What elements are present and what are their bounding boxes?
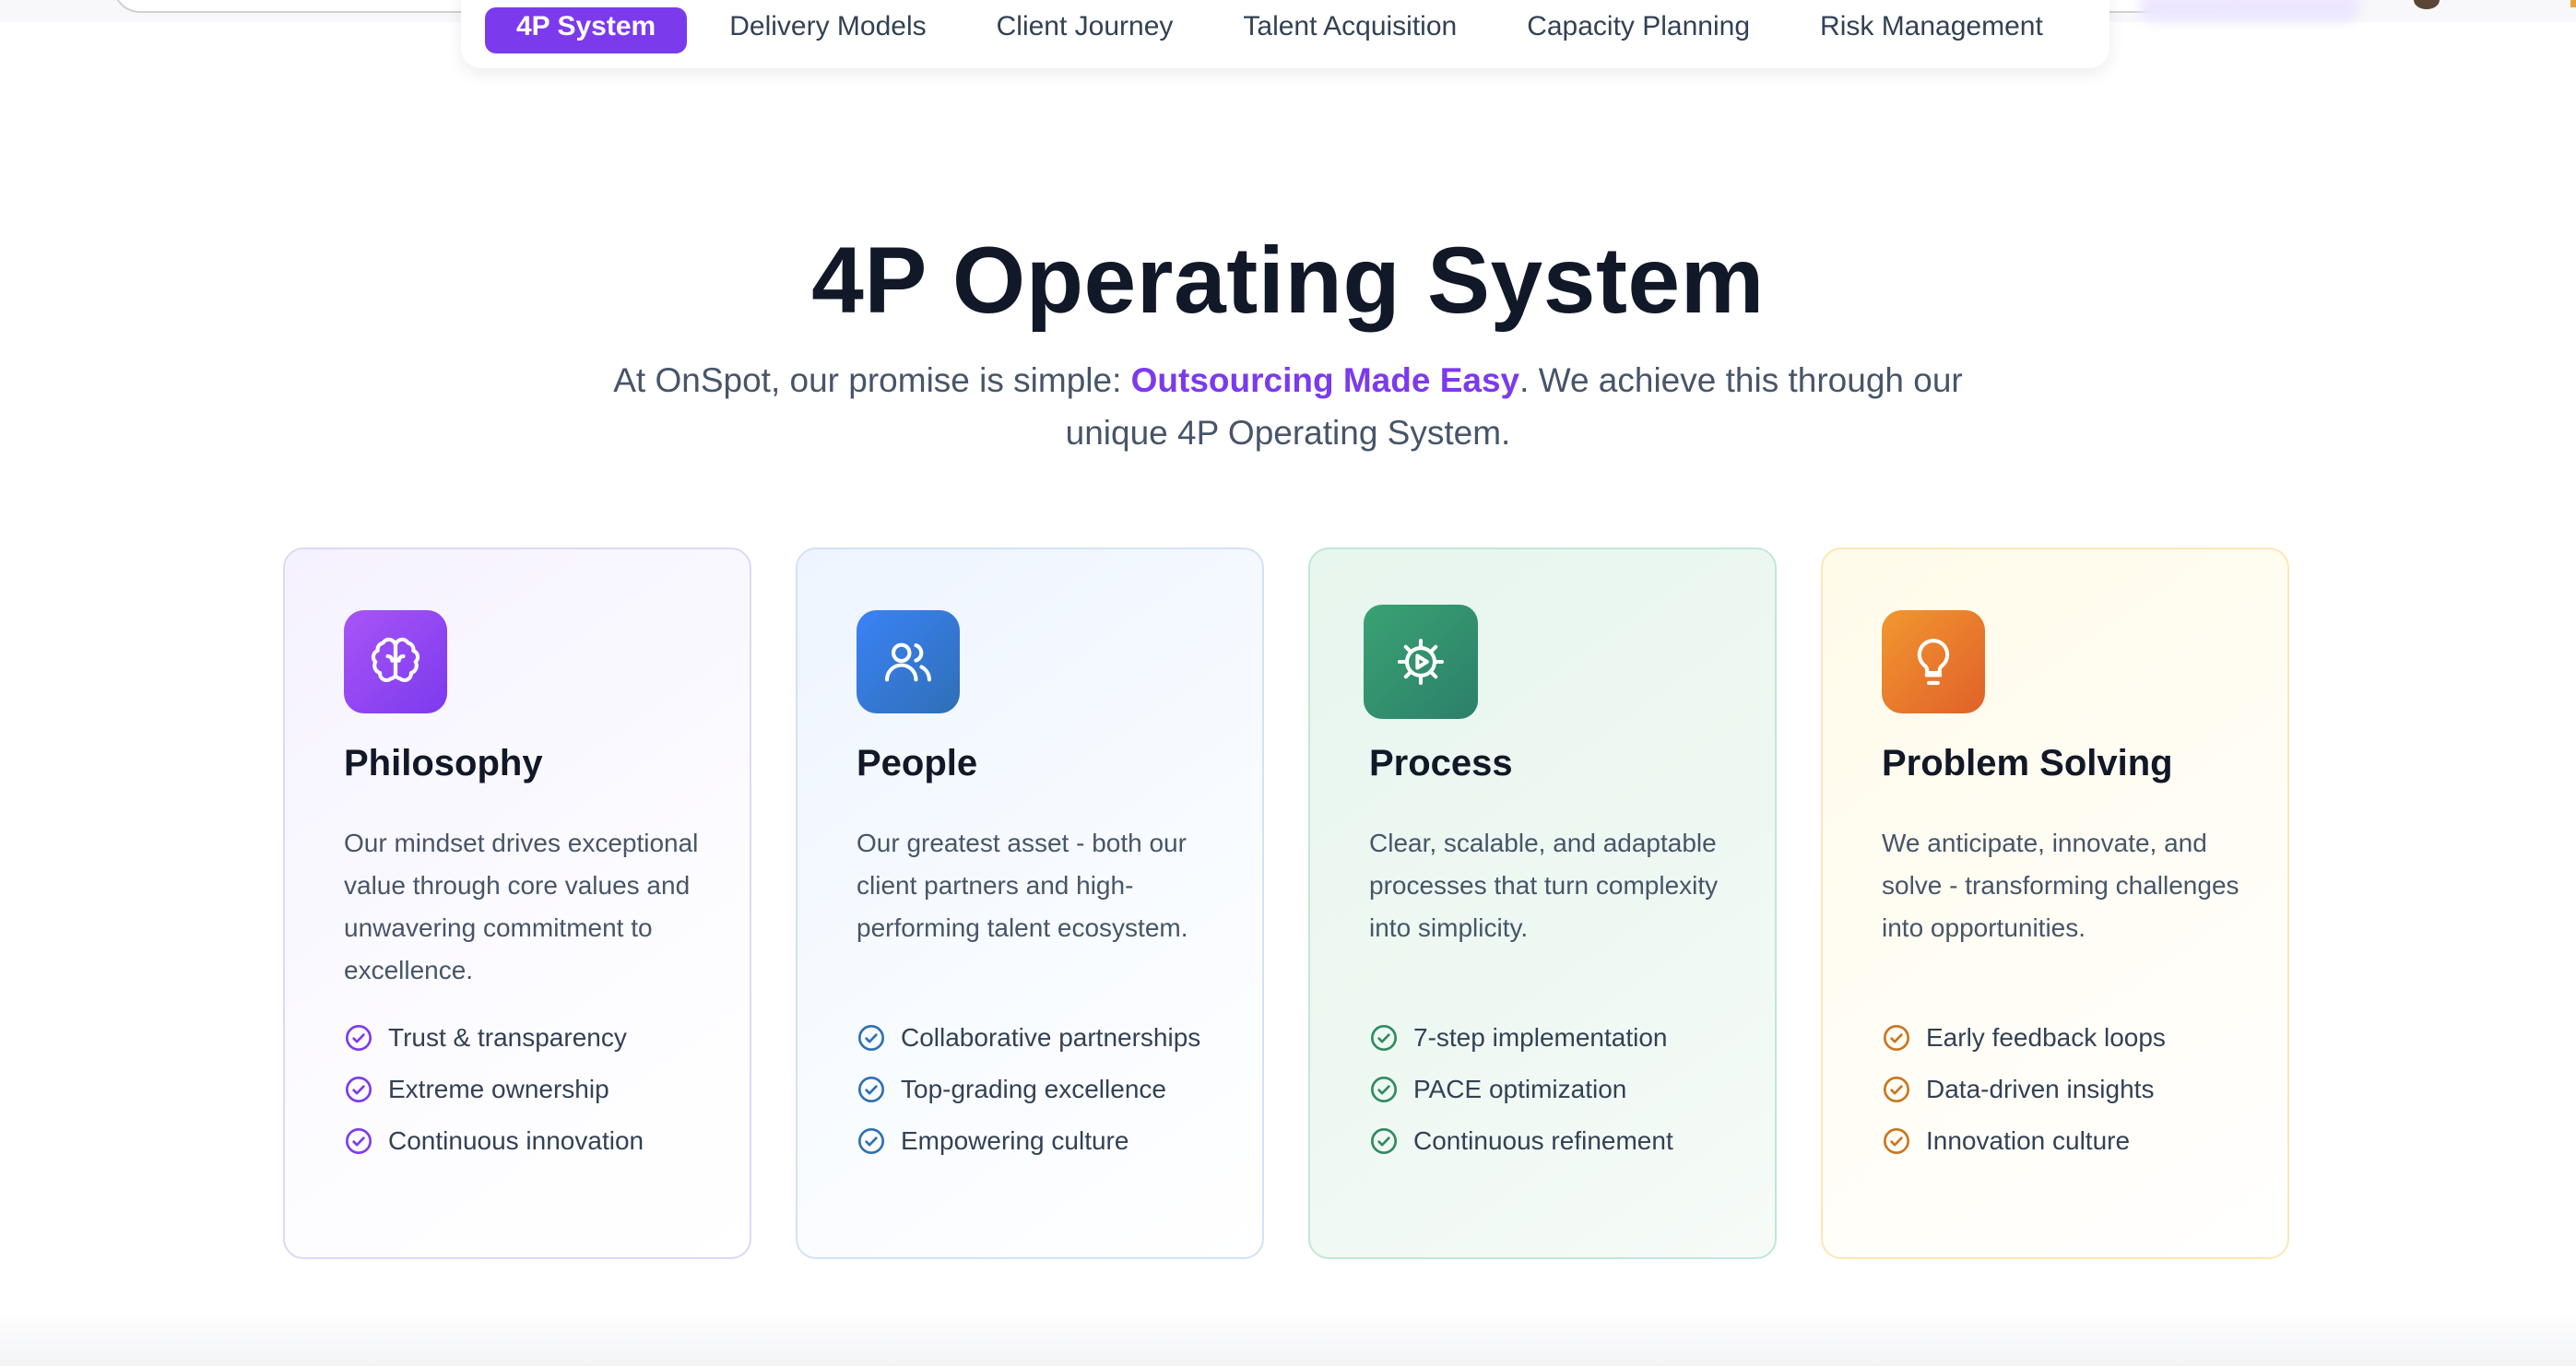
- pillar-feature-list: Collaborative partnerships Top-grading e…: [857, 1019, 1244, 1174]
- list-item: Continuous refinement: [1369, 1123, 1756, 1160]
- check-circle-icon: [858, 1128, 884, 1154]
- list-item: Continuous innovation: [344, 1123, 731, 1160]
- feature-label: 7-step implementation: [1413, 1023, 1668, 1052]
- check-circle-icon: [858, 1025, 884, 1051]
- pillar-title: Problem Solving: [1882, 743, 2173, 783]
- list-item: Empowering culture: [857, 1123, 1244, 1160]
- pillar-feature-list: 7-step implementation PACE optimization …: [1369, 1019, 1756, 1174]
- check-circle-icon: [1371, 1128, 1397, 1154]
- pillar-title: People: [857, 743, 978, 783]
- feature-label: Early feedback loops: [1926, 1023, 2166, 1052]
- tab-4p-system[interactable]: 4P System: [485, 7, 688, 53]
- list-item: Early feedback loops: [1882, 1019, 2269, 1056]
- pillar-card-process: Process Clear, scalable, and adaptable p…: [1308, 548, 1777, 1259]
- corner-indicator: [2570, 0, 2576, 7]
- pillar-card-problem-solving: Problem Solving We anticipate, innovate,…: [1821, 548, 2289, 1259]
- pillar-description: Our mindset drives exceptional value thr…: [344, 829, 699, 984]
- check-circle-icon: [1884, 1128, 1909, 1154]
- section-tabs: 4P System Delivery Models Client Journey…: [461, 0, 2109, 68]
- list-item: 7-step implementation: [1369, 1019, 1756, 1056]
- feature-label: Extreme ownership: [388, 1075, 609, 1103]
- pillar-description: Our greatest asset - both our client par…: [857, 829, 1188, 942]
- tab-talent-acquisition[interactable]: Talent Acquisition: [1215, 7, 1484, 53]
- feature-label: Top-grading excellence: [901, 1075, 1166, 1103]
- feature-label: Continuous refinement: [1413, 1126, 1673, 1155]
- page-subtitle: At OnSpot, our promise is simple: Outsou…: [609, 354, 1967, 459]
- pillar-description: Clear, scalable, and adaptable processes…: [1369, 829, 1719, 942]
- feature-label: Data-driven insights: [1926, 1075, 2155, 1103]
- avatar[interactable]: [2414, 0, 2440, 9]
- feature-label: Innovation culture: [1926, 1126, 2131, 1155]
- tab-client-journey[interactable]: Client Journey: [969, 7, 1201, 53]
- tab-capacity-planning[interactable]: Capacity Planning: [1499, 7, 1778, 53]
- list-item: PACE optimization: [1369, 1071, 1756, 1108]
- page-title: 4P Operating System: [811, 228, 1765, 333]
- check-circle-icon: [346, 1025, 372, 1051]
- list-item: Trust & transparency: [344, 1019, 731, 1056]
- brain-icon: [344, 610, 447, 713]
- pillars-grid: Philosophy Our mindset drives exceptiona…: [283, 548, 2289, 1259]
- check-circle-icon: [1371, 1077, 1397, 1102]
- list-item: Innovation culture: [1882, 1123, 2269, 1160]
- section-divider: [0, 1309, 2576, 1366]
- list-item: Collaborative partnerships: [857, 1019, 1244, 1056]
- list-item: Data-driven insights: [1882, 1071, 2269, 1108]
- check-circle-icon: [858, 1077, 884, 1102]
- list-item: Top-grading excellence: [857, 1071, 1244, 1108]
- feature-label: PACE optimization: [1413, 1075, 1627, 1103]
- feature-label: Collaborative partnerships: [901, 1023, 1201, 1052]
- header-glow: [2139, 0, 2360, 22]
- check-circle-icon: [346, 1128, 372, 1154]
- page: 4P System Delivery Models Client Journey…: [0, 0, 2576, 1366]
- pillar-card-philosophy: Philosophy Our mindset drives exceptiona…: [283, 548, 751, 1259]
- subtitle-highlight: Outsourcing Made Easy: [1130, 361, 1520, 399]
- users-icon: [857, 610, 960, 713]
- subtitle-text-start: At OnSpot, our promise is simple:: [613, 361, 1131, 399]
- check-circle-icon: [1884, 1077, 1909, 1102]
- pillar-description: We anticipate, innovate, and solve - tra…: [1882, 829, 2239, 942]
- feature-label: Continuous innovation: [388, 1126, 644, 1155]
- check-circle-icon: [346, 1077, 372, 1102]
- check-circle-icon: [1884, 1025, 1909, 1051]
- pillar-title: Philosophy: [344, 743, 543, 783]
- tab-risk-management[interactable]: Risk Management: [1792, 7, 2071, 53]
- list-item: Extreme ownership: [344, 1071, 731, 1108]
- pillar-feature-list: Trust & transparency Extreme ownership C…: [344, 1019, 731, 1174]
- pillar-feature-list: Early feedback loops Data-driven insight…: [1882, 1019, 2269, 1174]
- pillar-title: Process: [1369, 743, 1513, 783]
- pillar-card-people: People Our greatest asset - both our cli…: [796, 548, 1264, 1259]
- tab-delivery-models[interactable]: Delivery Models: [702, 7, 953, 53]
- lightbulb-icon: [1882, 610, 1985, 713]
- gear-play-icon: [1364, 605, 1478, 719]
- check-circle-icon: [1371, 1025, 1397, 1051]
- feature-label: Trust & transparency: [388, 1023, 627, 1052]
- feature-label: Empowering culture: [901, 1126, 1129, 1155]
